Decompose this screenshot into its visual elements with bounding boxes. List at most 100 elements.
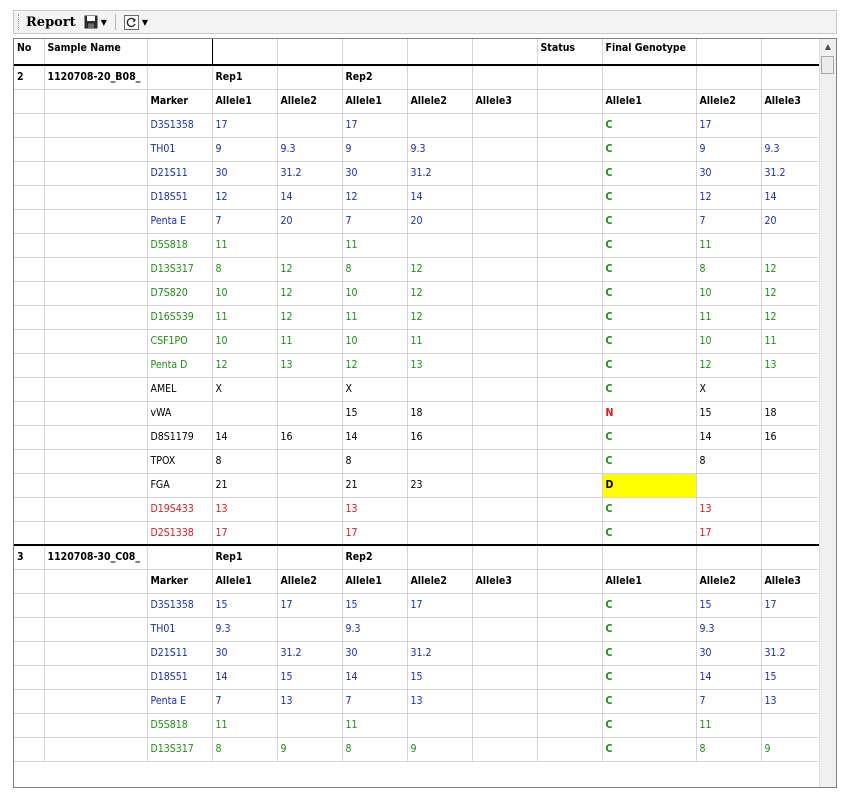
rep2-allele1[interactable]: 14 xyxy=(342,425,408,450)
subheader-cell[interactable]: Allele1 xyxy=(212,569,278,594)
table-cell[interactable] xyxy=(44,329,148,354)
table-cell[interactable] xyxy=(537,209,603,234)
table-cell[interactable] xyxy=(537,521,603,546)
status-cell[interactable]: C xyxy=(602,209,697,234)
table-cell[interactable] xyxy=(14,473,45,498)
marker-row[interactable]: FGA 21 21 23 D xyxy=(14,473,827,498)
marker-row[interactable]: D18S51 14 15 14 15 C 14 15 xyxy=(14,665,827,690)
rep2-allele3[interactable] xyxy=(472,329,538,354)
table-cell[interactable] xyxy=(44,521,148,546)
final-allele1[interactable]: 12 xyxy=(696,185,762,210)
rep1-allele1[interactable]: 8 xyxy=(212,257,278,282)
genotype-grid[interactable]: No Sample Name Status Final Genotype 2 112070… xyxy=(13,38,837,788)
rep2-allele2[interactable]: 15 xyxy=(407,665,473,690)
table-cell[interactable] xyxy=(14,89,45,114)
status-cell[interactable]: C xyxy=(602,737,697,762)
table-cell[interactable] xyxy=(407,544,473,570)
rep2-allele2[interactable]: 12 xyxy=(407,281,473,306)
subheader-cell[interactable]: Allele1 xyxy=(342,89,408,114)
final-allele1[interactable]: 14 xyxy=(696,425,762,450)
rep2-allele2[interactable]: 13 xyxy=(407,689,473,714)
table-cell[interactable] xyxy=(602,64,697,90)
table-cell[interactable] xyxy=(14,641,45,666)
rep2-allele3[interactable] xyxy=(472,113,538,138)
table-cell[interactable] xyxy=(537,233,603,258)
subheader-cell[interactable]: Allele1 xyxy=(602,569,697,594)
table-cell[interactable] xyxy=(44,281,148,306)
final-allele2[interactable] xyxy=(761,473,827,498)
table-cell[interactable] xyxy=(537,689,603,714)
rep2-allele1[interactable]: 17 xyxy=(342,521,408,546)
column-header[interactable] xyxy=(147,39,213,66)
refresh-button[interactable]: ▼ xyxy=(123,13,148,31)
subheader-cell[interactable]: Allele1 xyxy=(212,89,278,114)
rep2-allele3[interactable] xyxy=(472,641,538,666)
rep1-allele1[interactable]: 10 xyxy=(212,329,278,354)
rep2-allele1[interactable]: 30 xyxy=(342,161,408,186)
column-header[interactable] xyxy=(277,39,343,66)
rep2-allele2[interactable]: 12 xyxy=(407,305,473,330)
final-allele2[interactable] xyxy=(761,113,827,138)
marker-row[interactable]: AMEL X X C X xyxy=(14,377,827,402)
table-cell[interactable] xyxy=(537,617,603,642)
status-cell[interactable]: C xyxy=(602,185,697,210)
table-cell[interactable] xyxy=(44,689,148,714)
rep2-allele1[interactable]: 11 xyxy=(342,713,408,738)
rep2-allele3[interactable] xyxy=(472,257,538,282)
rep2-allele2[interactable]: 20 xyxy=(407,209,473,234)
rep2-allele1[interactable]: 11 xyxy=(342,305,408,330)
rep2-allele3[interactable] xyxy=(472,209,538,234)
rep2-allele1[interactable]: 8 xyxy=(342,257,408,282)
rep1-allele2[interactable]: 17 xyxy=(277,593,343,618)
table-cell[interactable] xyxy=(44,713,148,738)
marker-row[interactable]: CSF1PO 10 11 10 11 C 10 11 xyxy=(14,329,827,354)
marker-name[interactable]: D3S1358 xyxy=(147,593,213,618)
rep1-allele2[interactable]: 31.2 xyxy=(277,161,343,186)
table-cell[interactable] xyxy=(602,544,697,570)
table-cell[interactable] xyxy=(44,137,148,162)
marker-name[interactable]: TH01 xyxy=(147,617,213,642)
status-cell[interactable]: C xyxy=(602,689,697,714)
status-cell[interactable]: C xyxy=(602,377,697,402)
rep1-allele2[interactable] xyxy=(277,113,343,138)
status-cell[interactable]: C xyxy=(602,257,697,282)
marker-name[interactable]: D18S51 xyxy=(147,185,213,210)
rep2-allele1[interactable]: 15 xyxy=(342,401,408,426)
sample-name[interactable]: 1120708-30_C08_ xyxy=(44,544,148,570)
marker-row[interactable]: Penta E 7 13 7 13 C 7 13 xyxy=(14,689,827,714)
table-cell[interactable] xyxy=(14,353,45,378)
marker-name[interactable]: D3S1358 xyxy=(147,113,213,138)
rep2-allele3[interactable] xyxy=(472,689,538,714)
table-cell[interactable] xyxy=(537,665,603,690)
status-cell[interactable]: C xyxy=(602,281,697,306)
column-header[interactable] xyxy=(696,39,762,66)
rep2-allele1[interactable]: 8 xyxy=(342,737,408,762)
rep2-label[interactable]: Rep2 xyxy=(342,544,408,570)
status-cell[interactable]: C xyxy=(602,593,697,618)
table-cell[interactable] xyxy=(44,665,148,690)
table-cell[interactable] xyxy=(44,641,148,666)
rep2-allele3[interactable] xyxy=(472,377,538,402)
final-allele2[interactable]: 13 xyxy=(761,689,827,714)
marker-name[interactable]: D2S1338 xyxy=(147,521,213,546)
final-allele1[interactable]: X xyxy=(696,377,762,402)
subheader-cell[interactable]: Allele2 xyxy=(696,89,762,114)
table-cell[interactable] xyxy=(537,137,603,162)
save-button[interactable]: ▼ xyxy=(84,13,107,31)
column-header[interactable]: Sample Name xyxy=(44,39,148,66)
vertical-scrollbar[interactable]: ▲ xyxy=(819,39,836,787)
table-cell[interactable] xyxy=(14,281,45,306)
rep2-allele2[interactable]: 31.2 xyxy=(407,161,473,186)
rep1-allele1[interactable]: 17 xyxy=(212,521,278,546)
table-cell[interactable] xyxy=(44,569,148,594)
rep1-allele2[interactable]: 14 xyxy=(277,185,343,210)
final-allele2[interactable]: 12 xyxy=(761,257,827,282)
marker-name[interactable]: D21S11 xyxy=(147,161,213,186)
marker-row[interactable]: D21S11 30 31.2 30 31.2 C 30 31.2 xyxy=(14,641,827,666)
final-allele1[interactable]: 17 xyxy=(696,113,762,138)
sample-row[interactable]: 2 1120708-20_B08_ Rep1 Rep2 xyxy=(14,64,827,90)
final-allele1[interactable]: 9.3 xyxy=(696,617,762,642)
subheader-cell[interactable]: Allele2 xyxy=(407,569,473,594)
table-cell[interactable] xyxy=(537,473,603,498)
marker-name[interactable]: D19S433 xyxy=(147,497,213,522)
